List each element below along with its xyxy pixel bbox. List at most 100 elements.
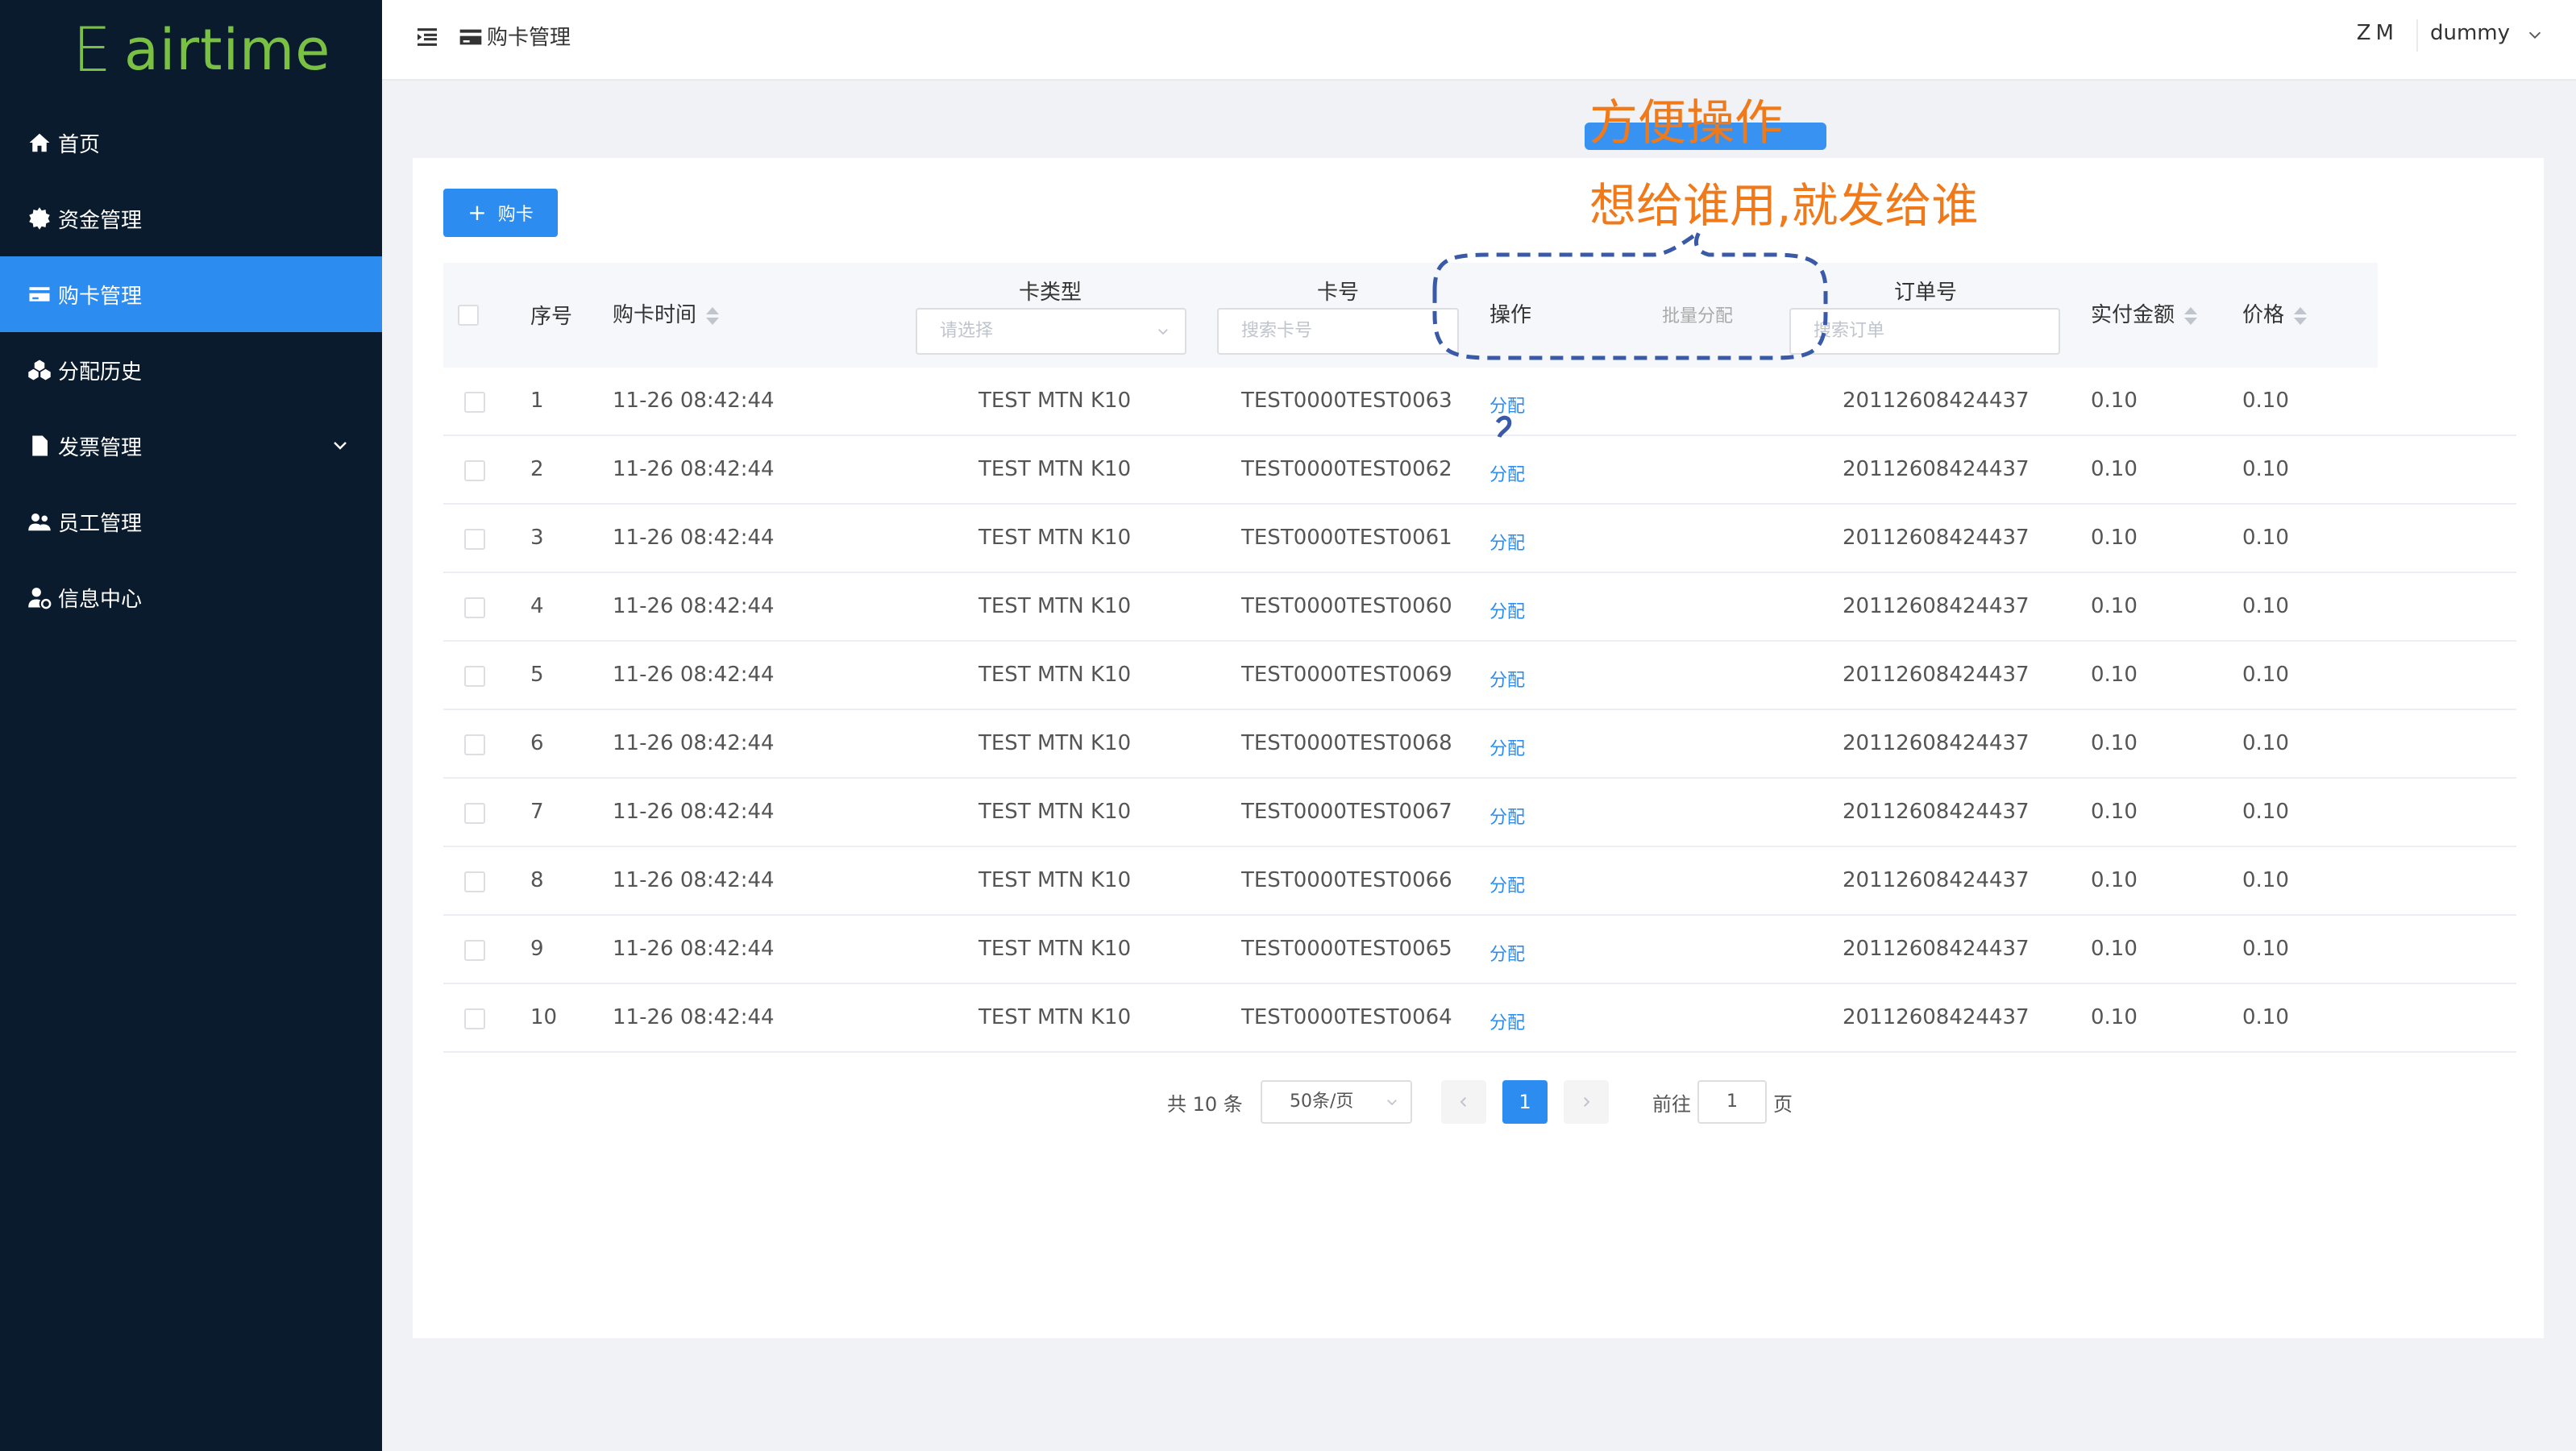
col-price-header[interactable]: 价格: [2242, 298, 2308, 328]
home-icon: [26, 129, 53, 156]
sidebar-item-info[interactable]: 信息中心: [0, 559, 382, 635]
col-seq: 序号: [530, 305, 573, 329]
row-checkbox[interactable]: [464, 529, 485, 550]
menu-fold-icon[interactable]: [414, 24, 440, 50]
cell-price: 0.10: [2242, 731, 2289, 755]
table-row: 3 11-26 08:42:44 TEST MTN K10 TEST0000TEST0…: [443, 505, 2516, 573]
row-checkbox[interactable]: [464, 460, 485, 481]
row-checkbox[interactable]: [464, 392, 485, 413]
col-price: 价格: [2242, 303, 2285, 327]
cell-price: 0.10: [2242, 457, 2289, 481]
goto-page-input[interactable]: 1: [1697, 1080, 1767, 1124]
col-paid: 实付金额: [2091, 303, 2175, 327]
user-menu[interactable]: dummy: [2430, 21, 2510, 45]
cell-card-no: TEST0000TEST0068: [1241, 731, 1452, 755]
col-time-header[interactable]: 购卡时间: [613, 298, 720, 328]
row-checkbox[interactable]: [464, 666, 485, 687]
cell-price: 0.10: [2242, 594, 2289, 618]
sort-icon[interactable]: [2292, 306, 2308, 326]
app-logo[interactable]: E airtime: [73, 18, 330, 82]
cell-seq: 4: [530, 594, 544, 618]
sidebar-item-invoice[interactable]: 发票管理: [0, 408, 382, 484]
row-checkbox[interactable]: [464, 1008, 485, 1029]
table-row: 5 11-26 08:42:44 TEST MTN K10 TEST0000TEST0…: [443, 642, 2516, 710]
cell-card-no: TEST0000TEST0064: [1241, 1005, 1452, 1029]
row-checkbox[interactable]: [464, 734, 485, 755]
assign-link[interactable]: 分配: [1490, 803, 1525, 829]
sort-icon[interactable]: [2183, 306, 2198, 326]
next-page-button[interactable]: [1564, 1080, 1609, 1124]
card-type-placeholder: 请选择: [940, 321, 994, 341]
cell-seq: 3: [530, 526, 544, 550]
cell-card-type: TEST MTN K10: [978, 594, 1132, 618]
sidebar-item-label: 购卡管理: [58, 284, 143, 309]
table-row: 9 11-26 08:42:44 TEST MTN K10 TEST0000TEST0…: [443, 916, 2516, 984]
assign-link[interactable]: 分配: [1490, 1008, 1525, 1034]
col-order-no: 订单号: [1894, 281, 1958, 305]
cell-paid: 0.10: [2091, 937, 2138, 961]
cell-order-no: 20112608424437: [1843, 389, 2030, 413]
sidebar-item-card-purchase[interactable]: 购卡管理: [0, 256, 382, 332]
cell-card-type: TEST MTN K10: [978, 1005, 1132, 1029]
cell-order-no: 20112608424437: [1843, 594, 2030, 618]
cell-seq: 1: [530, 389, 544, 413]
sidebar-menu: 首页 资金管理 购卡管理 分配历史 发票管理 员工管理 信息中心: [0, 105, 382, 635]
sidebar-item-label: 信息中心: [58, 587, 143, 612]
cell-price: 0.10: [2242, 1005, 2289, 1029]
cell-card-no: TEST0000TEST0065: [1241, 937, 1452, 961]
annotation-callout: [1432, 226, 1828, 439]
sidebar-item-staff[interactable]: 员工管理: [0, 484, 382, 559]
card-no-placeholder: 搜索卡号: [1241, 321, 1313, 341]
assign-link[interactable]: 分配: [1490, 597, 1525, 623]
row-checkbox[interactable]: [464, 940, 485, 961]
sidebar-item-home[interactable]: 首页: [0, 105, 382, 181]
file-icon: [26, 432, 53, 459]
buy-card-button[interactable]: + 购卡: [443, 189, 558, 237]
row-checkbox[interactable]: [464, 803, 485, 824]
assign-link[interactable]: 分配: [1490, 529, 1525, 555]
avatar[interactable]: ZM: [2357, 21, 2399, 45]
chevron-down-icon: [334, 442, 347, 450]
chevron-down-icon[interactable]: [2526, 26, 2544, 44]
sidebar-item-funds[interactable]: 资金管理: [0, 181, 382, 256]
cell-time: 11-26 08:42:44: [613, 800, 775, 824]
cell-card-type: TEST MTN K10: [978, 937, 1132, 961]
buy-card-label: 购卡: [497, 205, 534, 225]
col-time: 购卡时间: [613, 303, 697, 327]
logo-text: airtime: [124, 17, 331, 83]
cell-paid: 0.10: [2091, 1005, 2138, 1029]
users-icon: [26, 508, 53, 535]
annotation-title: 方便操作: [1589, 95, 1783, 152]
cell-card-no: TEST0000TEST0067: [1241, 800, 1452, 824]
cell-time: 11-26 08:42:44: [613, 731, 775, 755]
header-divider: [2416, 19, 2418, 52]
assign-link[interactable]: 分配: [1490, 871, 1525, 897]
cell-paid: 0.10: [2091, 594, 2138, 618]
goto-label: 前往: [1652, 1093, 1691, 1116]
cell-order-no: 20112608424437: [1843, 731, 2030, 755]
select-all-checkbox[interactable]: [458, 305, 479, 326]
assign-link[interactable]: 分配: [1490, 940, 1525, 966]
sidebar-item-label: 首页: [58, 132, 101, 157]
cell-card-no: TEST0000TEST0061: [1241, 526, 1452, 550]
cell-card-type: TEST MTN K10: [978, 389, 1132, 413]
assign-link[interactable]: 分配: [1490, 734, 1525, 760]
cell-seq: 6: [530, 731, 544, 755]
row-checkbox[interactable]: [464, 871, 485, 892]
prev-page-button[interactable]: [1441, 1080, 1486, 1124]
assign-link[interactable]: 分配: [1490, 460, 1525, 486]
page-size-select[interactable]: 50条/页: [1261, 1080, 1412, 1124]
sidebar-item-history[interactable]: 分配历史: [0, 332, 382, 408]
col-paid-header[interactable]: 实付金额: [2091, 298, 2198, 328]
card-type-select[interactable]: 请选择: [916, 308, 1186, 355]
cell-price: 0.10: [2242, 868, 2289, 892]
cell-paid: 0.10: [2091, 868, 2138, 892]
sidebar-item-label: 资金管理: [58, 208, 143, 233]
cell-seq: 10: [530, 1005, 558, 1029]
assign-link[interactable]: 分配: [1490, 666, 1525, 692]
page-number-current[interactable]: 1: [1502, 1080, 1548, 1124]
goto-suffix: 页: [1773, 1093, 1793, 1116]
sort-icon[interactable]: [704, 306, 720, 326]
cell-price: 0.10: [2242, 663, 2289, 687]
row-checkbox[interactable]: [464, 597, 485, 618]
